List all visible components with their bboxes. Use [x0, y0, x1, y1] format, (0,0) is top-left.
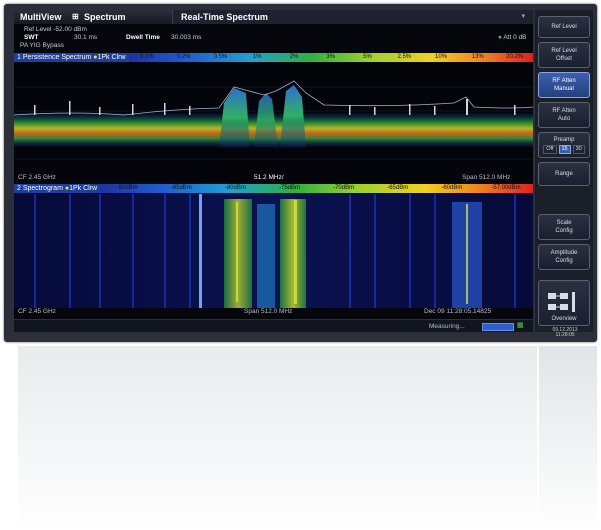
spectrogram-center-freq: CF 2.45 GHz: [18, 308, 56, 315]
persistence-plot: [14, 63, 533, 181]
scale-label: -80dBm: [224, 185, 246, 191]
status-dot-icon: ●: [498, 34, 502, 41]
title-bar: MultiView ⊞ Spectrum Real-Time Spectrum …: [14, 10, 533, 24]
preamp-30-option[interactable]: 30: [572, 145, 585, 154]
scale-label: -57.00dBm: [491, 185, 521, 191]
scale-label: -75dBm: [278, 185, 301, 191]
scale-label: -90dBm: [116, 185, 138, 191]
rf-atten-auto-softkey[interactable]: RF Atten Auto: [538, 102, 590, 128]
grid-icon: ⊞: [72, 12, 79, 21]
swt-value: 30.1 ms: [74, 34, 98, 41]
scale-label: 2%: [289, 54, 299, 60]
preamp-15-option[interactable]: 15: [558, 145, 571, 154]
network-icon: ▦: [517, 322, 524, 329]
preamp-path-readout: PA YIG Bypass: [20, 42, 64, 49]
scale-label: 13%: [471, 54, 484, 60]
scale-label: 20.2%: [506, 54, 524, 60]
progress-indicator: [482, 323, 514, 331]
scale-label: -60dBm: [441, 185, 463, 191]
status-bar: Measuring... ▦: [14, 319, 533, 332]
persistence-center-freq: CF 2.45 GHz: [18, 174, 56, 181]
scale-label: 2.5%: [397, 54, 412, 60]
scale-label: 0.5%: [213, 54, 228, 60]
spectrogram-graph: [14, 194, 533, 308]
scale-label: 3%: [326, 54, 336, 60]
persistence-header: 1 Persistence Spectrum ●1Pk Clrw 0.1% 0.2…: [14, 53, 533, 62]
scale-config-softkey[interactable]: Scale Config: [538, 214, 590, 240]
spectrogram-span: Span 512.0 MHz: [244, 308, 293, 315]
persistence-spectrum-graph: [14, 63, 533, 181]
dwell-time-label: Dwell Time: [126, 34, 160, 41]
app-title: MultiView: [20, 12, 62, 22]
analyzer-screen: MultiView ⊞ Spectrum Real-Time Spectrum …: [14, 10, 533, 332]
mode-title[interactable]: Spectrum: [84, 12, 126, 22]
date-time: 09.12.2013 11:28:05: [552, 327, 578, 338]
rf-atten-manual-softkey[interactable]: RF Atten Manual: [538, 72, 590, 98]
spectrogram-color-scale: -90dBm -85dBm -80dBm -75dBm -70dBm -65dBm -60d…: [100, 184, 533, 193]
persistence-division: 51.2 MHz/: [254, 174, 284, 181]
swt-label: SWT: [24, 34, 39, 41]
persistence-title[interactable]: 1 Persistence Spectrum ●1Pk Clrw: [14, 53, 129, 62]
preamp-softkey[interactable]: Preamp Off 15 30: [538, 132, 590, 158]
spectrogram-header: 2 Spectrogram ●1Pk Clrw -90dBm -85dBm -80d…: [14, 184, 533, 193]
spectrogram-strong-line: [199, 194, 202, 308]
burst-band-2: [257, 204, 275, 308]
persistence-color-scale: 0.1% 0.2% 0.5% 1% 2% 3% 5% 2.5% 10% 13% 20.2%: [128, 53, 533, 62]
scale-label: 10%: [435, 54, 448, 60]
range-softkey[interactable]: Range: [538, 162, 590, 186]
ref-level-offset-softkey[interactable]: Ref Level Offset: [538, 42, 590, 68]
scale-label: 0.1%: [140, 54, 154, 60]
ref-level-readout: Ref Level -52.00 dBm: [24, 26, 87, 33]
burst-band-3: [280, 199, 306, 308]
attenuation-readout: ● Att 0 dB: [498, 34, 527, 41]
overview-softkey[interactable]: Overview: [538, 280, 590, 326]
tab-label: Real-Time Spectrum: [181, 12, 268, 22]
scale-label: 5%: [363, 54, 372, 60]
scale-label: -85dBm: [170, 185, 192, 191]
scale-label: 0.2%: [176, 54, 191, 60]
softkey-panel: Ref Level Ref Level Offset RF Atten Manual…: [535, 10, 593, 338]
measuring-status: Measuring...: [429, 323, 465, 330]
ref-level-softkey[interactable]: Ref Level: [538, 16, 590, 38]
spectrogram-timestamp: Dec 09 11:28:05.14825: [424, 308, 492, 315]
scale-label: -65dBm: [387, 185, 409, 191]
screen-reflection: [4, 346, 597, 530]
preamp-off-option[interactable]: Off: [543, 145, 557, 154]
tab-dropdown-icon[interactable]: ▾: [521, 12, 525, 20]
scale-label: 1%: [252, 54, 262, 60]
amplitude-config-softkey[interactable]: Amplitude Config: [538, 244, 590, 270]
preamp-options: Off 15 30: [539, 145, 589, 154]
dwell-time-value: 30.003 ms: [171, 34, 202, 41]
scale-label: -70dBm: [333, 185, 355, 191]
overview-icon: [548, 292, 575, 312]
spectrogram-plot: [14, 194, 533, 308]
persistence-span: Span 512.0 MHz: [462, 174, 511, 181]
tab-real-time-spectrum[interactable]: Real-Time Spectrum ▾: [172, 10, 533, 24]
spectrogram-title[interactable]: 2 Spectrogram ●1Pk Clrw: [14, 184, 101, 193]
